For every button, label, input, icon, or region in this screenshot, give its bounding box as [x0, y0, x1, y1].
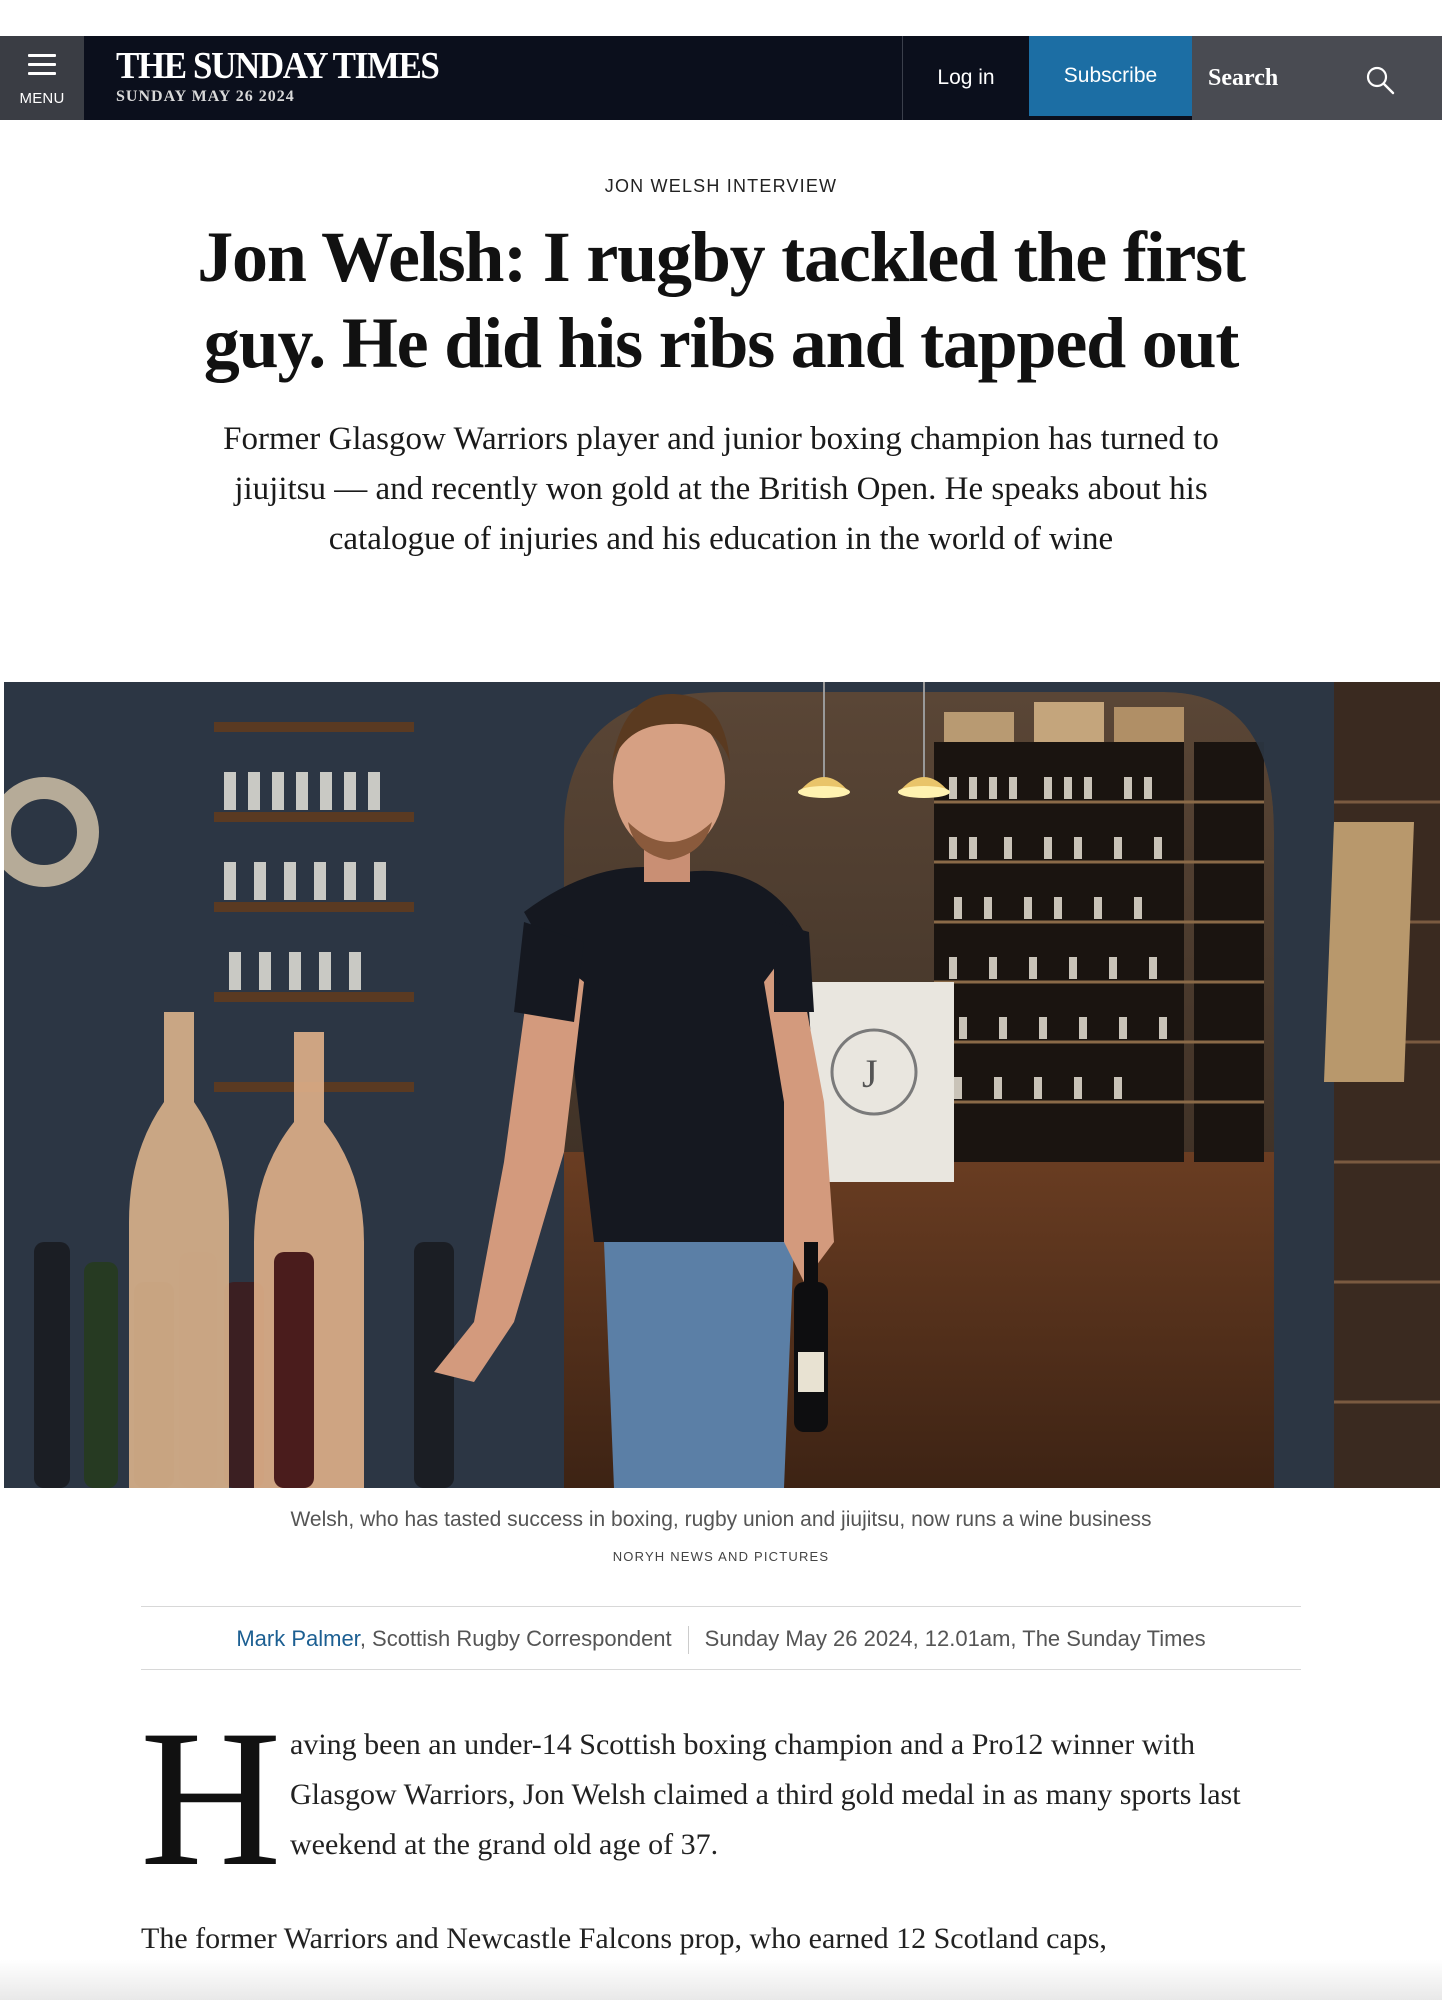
- login-button[interactable]: Log in: [903, 36, 1029, 120]
- drop-cap: H: [140, 1690, 282, 1907]
- search-icon: [1366, 66, 1395, 95]
- menu-label: MENU: [19, 90, 65, 107]
- wine-shop-photo: J: [4, 682, 1440, 1488]
- top-navigation-bar: MENU THE SUNDAY TIMES SUNDAY MAY 26 2024…: [0, 36, 1442, 120]
- menu-button[interactable]: MENU: [0, 36, 84, 120]
- publish-date: Sunday May 26 2024, 12.01am, The Sunday …: [704, 1626, 1206, 1651]
- edition-date: SUNDAY MAY 26 2024: [116, 88, 295, 105]
- article-kicker[interactable]: JON WELSH INTERVIEW: [0, 176, 1442, 197]
- image-credit: NORYH NEWS AND PICTURES: [612, 1549, 830, 1564]
- lead-image: J: [4, 682, 1440, 1488]
- subscribe-button[interactable]: Subscribe: [1029, 36, 1192, 116]
- image-caption: Welsh, who has tasted success in boxing,…: [290, 1508, 1152, 1531]
- masthead: THE SUNDAY TIMES: [116, 45, 440, 87]
- article-paragraph: aving been an under-14 Scottish boxing c…: [290, 1728, 1241, 1861]
- article-headline: Jon Welsh: I rugby tackled the first guy…: [197, 217, 1246, 383]
- author-role: , Scottish Rugby Correspondent: [359, 1626, 672, 1651]
- svg-text:J: J: [862, 1051, 878, 1096]
- article-paragraph: The former Warriors and Newcastle Falcon…: [141, 1922, 1107, 1955]
- byline-separator: [687, 1626, 689, 1655]
- search-label: Search: [1208, 65, 1279, 91]
- byline: Mark Palmer, Scottish Rugby Corresponden…: [141, 1606, 1301, 1670]
- menu-icon: [28, 54, 56, 75]
- search-button[interactable]: Search: [1192, 36, 1442, 120]
- article-standfirst: Former Glasgow Warriors player and junio…: [223, 421, 1219, 557]
- site-logo[interactable]: THE SUNDAY TIMES SUNDAY MAY 26 2024: [116, 44, 467, 106]
- page-fade: [0, 1960, 1442, 2000]
- author-link[interactable]: Mark Palmer: [236, 1626, 359, 1651]
